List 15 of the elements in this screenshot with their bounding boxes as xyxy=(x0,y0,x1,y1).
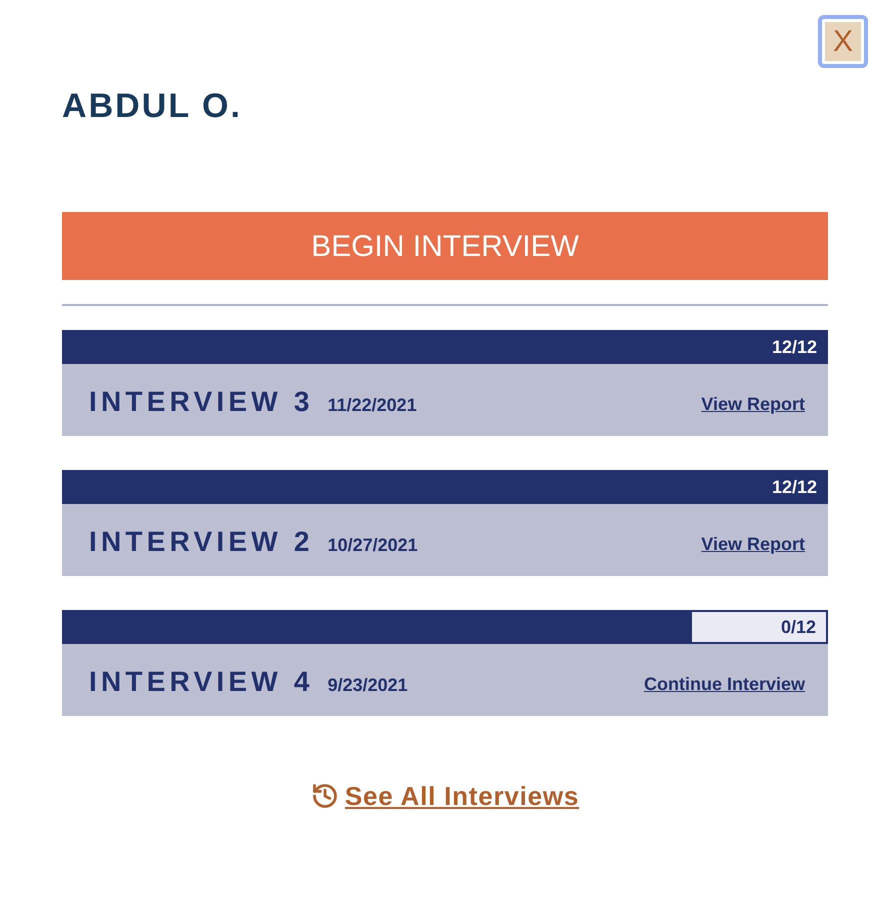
candidate-name: ABDUL O. xyxy=(62,86,242,126)
interview-action-link[interactable]: View Report xyxy=(701,530,805,558)
history-icon xyxy=(310,782,339,810)
see-all-interviews-link[interactable]: See All Interviews xyxy=(344,778,580,814)
progress-count: 12/12 xyxy=(772,336,818,358)
interview-title: INTERVIEW 3 xyxy=(89,385,314,419)
interview-action-link[interactable]: View Report xyxy=(701,390,805,418)
interview-date: 11/22/2021 xyxy=(328,394,417,417)
progress-count: 12/12 xyxy=(772,476,818,498)
interview-date: 9/23/2021 xyxy=(328,674,408,697)
interview-action-link[interactable]: Continue Interview xyxy=(644,670,805,698)
interview-title: INTERVIEW 2 xyxy=(89,525,314,559)
progress-count: 0/12 xyxy=(690,610,828,644)
interview-title: INTERVIEW 4 xyxy=(89,665,314,699)
interview-date: 10/27/2021 xyxy=(328,534,418,557)
